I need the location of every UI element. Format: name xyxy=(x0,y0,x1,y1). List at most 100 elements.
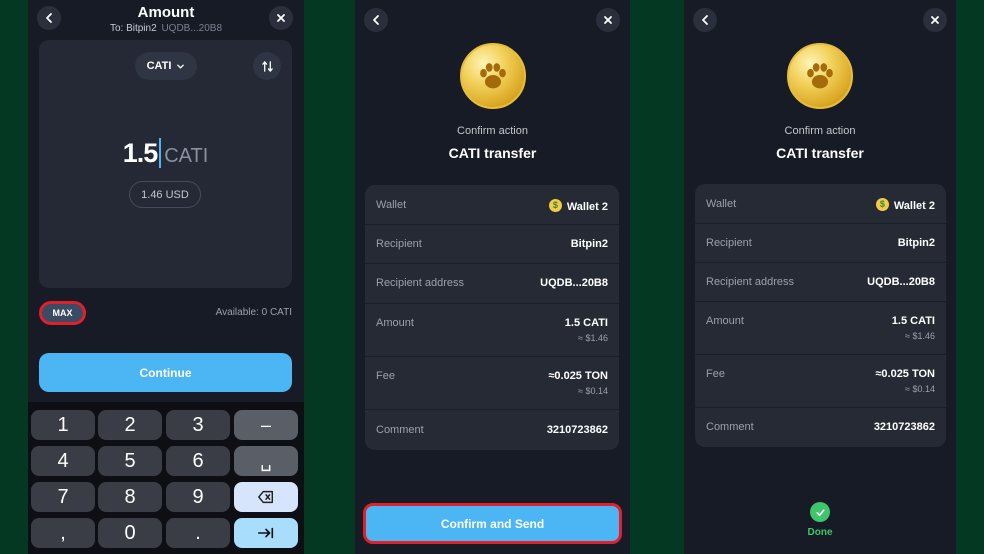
close-icon xyxy=(604,16,612,24)
next-icon xyxy=(257,527,274,539)
amount-usd: ≈ $1.46 xyxy=(905,331,935,341)
wallet-name: Wallet 2 xyxy=(893,200,935,212)
key-6[interactable]: 6 xyxy=(166,446,230,476)
key-2[interactable]: 2 xyxy=(98,410,162,440)
text-cursor xyxy=(159,138,162,168)
address-value: UQDB...20B8 xyxy=(867,276,935,288)
key-1[interactable]: 1 xyxy=(31,410,95,440)
comment-label: Comment xyxy=(376,424,424,436)
token-selector[interactable]: CATI xyxy=(135,52,197,80)
fee-value: ≈0.025 TON xyxy=(548,370,608,382)
check-icon xyxy=(815,508,825,516)
confirm-action-label: Confirm action xyxy=(784,125,856,137)
money-face-icon xyxy=(875,198,889,211)
token-coin xyxy=(459,43,526,109)
divider xyxy=(365,263,619,264)
wallet-value: Wallet 2 xyxy=(875,198,935,212)
paw-coin-icon xyxy=(807,63,833,89)
key-comma[interactable]: , xyxy=(31,518,95,548)
key-4[interactable]: 4 xyxy=(31,446,95,476)
done-button[interactable] xyxy=(810,502,830,522)
confirm-action-label: Confirm action xyxy=(457,125,528,137)
recipient-label: To: Bitpin2 xyxy=(109,23,157,34)
done-screen: Confirm action CATI transfer Wallet Wall… xyxy=(684,0,956,554)
numeric-keypad: 1 2 3 – 4 5 6 ␣ 7 8 9 , 0 . xyxy=(28,402,304,554)
confirm-screen: Confirm action CATI transfer Wallet Wall… xyxy=(355,0,630,554)
recipient-address: UQDB...20B8 xyxy=(161,23,223,34)
transfer-details: Wallet Wallet 2 Recipient Bitpin2 Recipi… xyxy=(365,185,619,450)
key-backspace[interactable] xyxy=(234,482,298,512)
close-button[interactable] xyxy=(596,8,620,32)
key-period[interactable]: . xyxy=(166,518,230,548)
continue-button[interactable]: Continue xyxy=(39,353,292,392)
page-title: Amount xyxy=(137,4,195,21)
divider xyxy=(365,409,619,410)
amount-screen: Amount To: Bitpin2 UQDB...20B8 CATI 1.5 C… xyxy=(28,0,304,554)
recipient-value: Bitpin2 xyxy=(897,237,935,249)
recipient-label: Recipient xyxy=(376,238,422,250)
divider xyxy=(695,223,946,224)
page-title: CATI transfer xyxy=(448,145,537,161)
key-minus[interactable]: – xyxy=(234,410,298,440)
done-label[interactable]: Done xyxy=(684,527,956,538)
page-title: CATI transfer xyxy=(776,145,864,161)
amount-input[interactable]: 1.5 CATI xyxy=(39,138,292,169)
swap-button[interactable] xyxy=(253,52,281,80)
fee-usd: ≈ $0.14 xyxy=(578,386,608,396)
recipient-label: Recipient xyxy=(706,237,752,249)
confirm-and-send-button[interactable]: Confirm and Send xyxy=(363,503,622,544)
close-icon xyxy=(277,14,285,22)
amount-value: 1.5 CATI xyxy=(891,315,935,327)
fee-value: ≈0.025 TON xyxy=(875,368,935,380)
amount-card: CATI 1.5 CATI 1.46 USD xyxy=(39,40,292,288)
transfer-details: Wallet Wallet 2 Recipient Bitpin2 Recipi… xyxy=(695,184,946,447)
recipient-value: Bitpin2 xyxy=(570,238,608,250)
comment-value: 3210723862 xyxy=(873,421,935,433)
key-9[interactable]: 9 xyxy=(166,482,230,512)
key-8[interactable]: 8 xyxy=(98,482,162,512)
key-3[interactable]: 3 xyxy=(166,410,230,440)
paw-coin-icon xyxy=(479,63,506,89)
close-button[interactable] xyxy=(923,8,947,32)
recipient-line: To: Bitpin2 UQDB...20B8 xyxy=(28,23,304,34)
amount-currency: CATI xyxy=(164,145,209,167)
max-button[interactable]: MAX xyxy=(39,301,86,325)
key-7[interactable]: 7 xyxy=(31,482,95,512)
divider xyxy=(695,262,946,263)
divider xyxy=(365,303,619,304)
back-button[interactable] xyxy=(364,8,388,32)
key-space[interactable]: ␣ xyxy=(234,446,298,476)
wallet-name: Wallet 2 xyxy=(566,201,608,213)
amount-value: 1.5 xyxy=(122,138,159,168)
amount-label: Amount xyxy=(376,317,414,329)
amount-value: 1.5 CATI xyxy=(564,317,608,329)
token-name: CATI xyxy=(146,60,172,72)
backspace-icon xyxy=(258,490,274,504)
address-value: UQDB...20B8 xyxy=(540,277,608,289)
back-icon xyxy=(373,15,379,25)
divider xyxy=(695,301,946,302)
comment-value: 3210723862 xyxy=(546,424,608,436)
usd-value-pill[interactable]: 1.46 USD xyxy=(129,181,201,208)
close-button[interactable] xyxy=(269,6,293,30)
key-5[interactable]: 5 xyxy=(98,446,162,476)
divider xyxy=(695,354,946,355)
chevron-down-icon xyxy=(177,64,185,69)
amount-label: Amount xyxy=(706,315,744,327)
back-button[interactable] xyxy=(693,8,717,32)
key-next[interactable] xyxy=(234,518,298,548)
wallet-label: Wallet xyxy=(376,199,407,211)
divider xyxy=(695,407,946,408)
fee-label: Fee xyxy=(376,370,395,382)
divider xyxy=(365,224,619,225)
amount-usd: ≈ $1.46 xyxy=(578,333,608,343)
comment-label: Comment xyxy=(706,421,754,433)
divider xyxy=(365,356,619,357)
close-icon xyxy=(931,16,939,24)
fee-label: Fee xyxy=(706,368,725,380)
money-face-icon xyxy=(548,199,562,212)
key-0[interactable]: 0 xyxy=(98,518,162,548)
token-coin xyxy=(787,43,853,109)
wallet-label: Wallet xyxy=(706,198,737,210)
swap-icon xyxy=(261,60,273,72)
